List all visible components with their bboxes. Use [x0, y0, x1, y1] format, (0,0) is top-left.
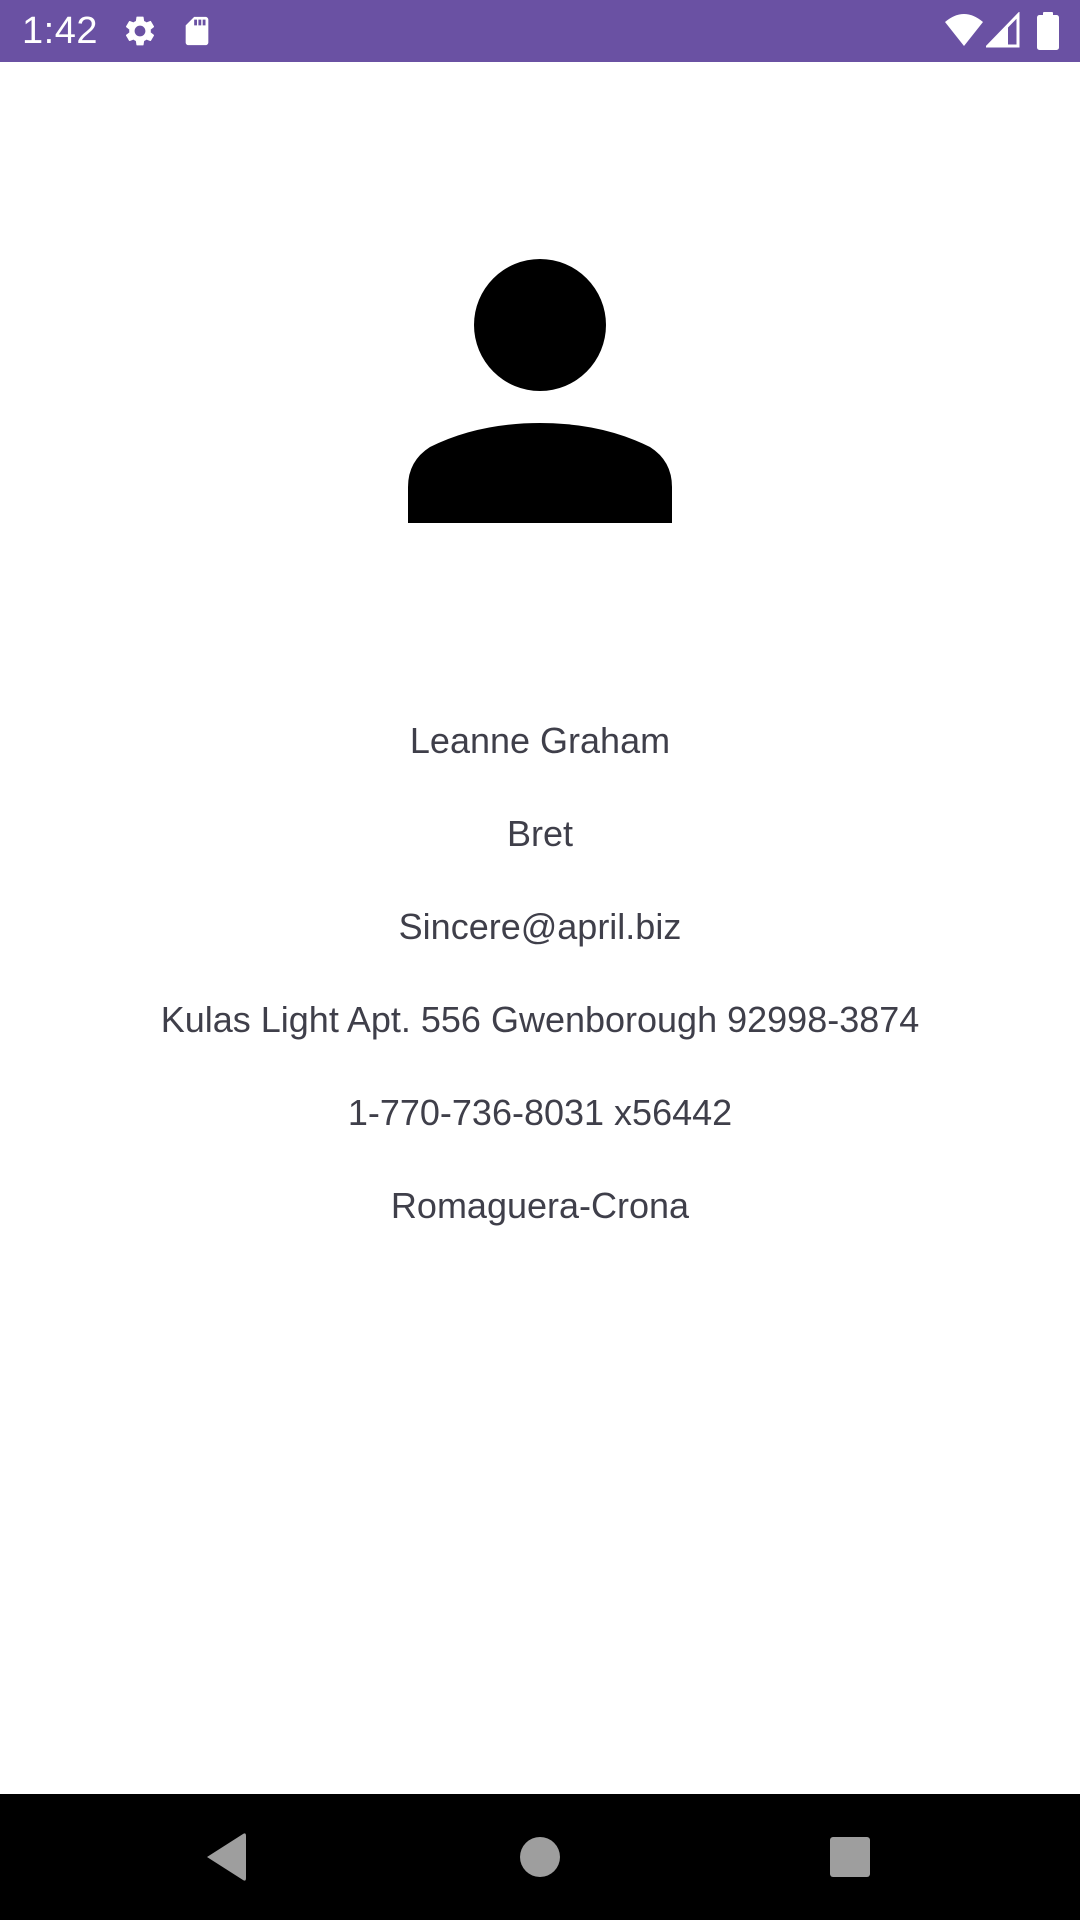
user-company: Romaguera-Crona: [390, 1185, 690, 1226]
person-icon: [408, 259, 672, 523]
wifi-icon: [945, 14, 983, 46]
profile-screen: Leanne Graham Bret Sincere@april.biz Kul…: [0, 62, 1080, 1794]
back-icon: [207, 1833, 246, 1881]
status-bar: 1:42: [0, 0, 1080, 62]
navigation-bar: [0, 1794, 1080, 1920]
battery-icon: [1037, 12, 1059, 50]
user-name: Leanne Graham: [409, 720, 671, 761]
user-username: Bret: [506, 813, 574, 854]
recents-button[interactable]: [818, 1825, 882, 1889]
sd-card-icon: [185, 16, 209, 46]
gear-icon: [125, 16, 155, 46]
home-icon: [520, 1837, 560, 1877]
back-button[interactable]: [193, 1825, 257, 1889]
user-phone: 1-770-736-8031 x56442: [347, 1092, 733, 1133]
user-email: Sincere@april.biz: [398, 906, 682, 947]
user-address: Kulas Light Apt. 556 Gwenborough 92998-3…: [160, 999, 920, 1040]
home-button[interactable]: [508, 1825, 572, 1889]
cell-signal-icon: [986, 12, 1020, 48]
status-time: 1:42: [22, 10, 98, 52]
recents-icon: [830, 1837, 870, 1877]
